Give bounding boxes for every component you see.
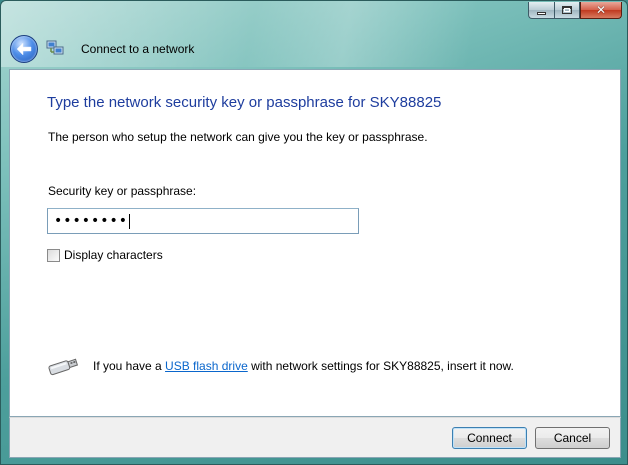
security-key-label: Security key or passphrase:	[48, 184, 197, 198]
network-icon	[46, 40, 64, 55]
back-button[interactable]	[10, 35, 38, 63]
display-characters-option[interactable]: Display characters	[47, 248, 163, 262]
connect-to-network-window: ✕ Connect to a network Type the network …	[0, 0, 628, 465]
close-icon: ✕	[595, 3, 607, 17]
page-heading: Type the network security key or passphr…	[47, 94, 442, 111]
usb-flash-drive-link[interactable]: USB flash drive	[165, 359, 248, 373]
close-button[interactable]: ✕	[580, 2, 622, 19]
cancel-button[interactable]: Cancel	[535, 427, 610, 449]
display-characters-label: Display characters	[64, 248, 163, 262]
minimize-icon	[537, 11, 546, 15]
security-key-input[interactable]: ••••••••	[47, 208, 359, 234]
text-caret	[129, 213, 131, 229]
connect-button[interactable]: Connect	[452, 427, 527, 449]
display-characters-checkbox[interactable]	[47, 248, 60, 262]
usb-hint: If you have a USB flash drive with netwo…	[46, 355, 514, 377]
back-arrow-icon	[16, 42, 32, 56]
usb-hint-suffix: with network settings for SKY88825, inse…	[247, 359, 514, 373]
instruction-text: The person who setup the network can giv…	[48, 130, 428, 144]
content-panel: Type the network security key or passphr…	[9, 69, 621, 417]
usb-drive-icon	[48, 358, 79, 376]
maximize-button[interactable]	[554, 2, 580, 19]
password-mask: ••••••••	[54, 213, 129, 229]
minimize-button[interactable]	[528, 2, 554, 19]
maximize-icon	[562, 6, 572, 14]
caption-buttons: ✕	[528, 2, 622, 19]
usb-hint-prefix: If you have a	[93, 359, 166, 373]
dialog-footer: Connect Cancel	[9, 417, 621, 458]
window-title: Connect to a network	[81, 42, 195, 56]
